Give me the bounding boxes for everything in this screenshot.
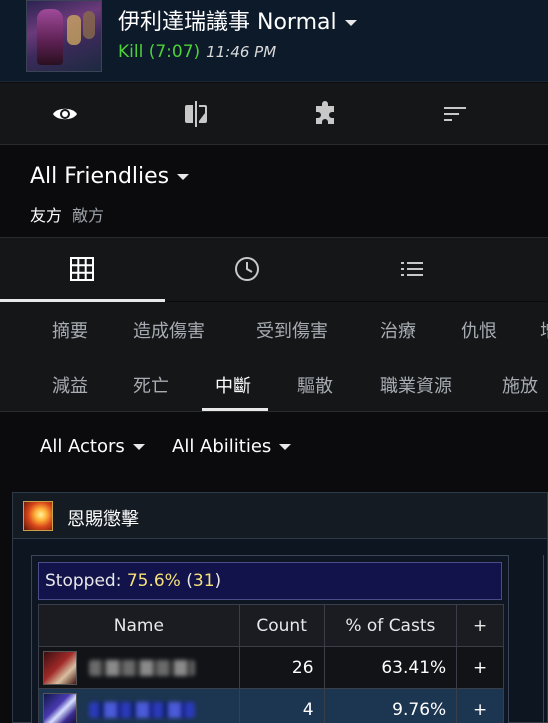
tab-deaths[interactable]: 死亡 <box>133 372 169 398</box>
tab-friendly[interactable]: 友方 <box>30 206 62 225</box>
faction-tabs: 友方 敵方 <box>30 202 104 226</box>
compare-icon <box>185 101 207 127</box>
abilities-filter[interactable]: All Abilities <box>172 436 292 457</box>
actors-filter-label: All Actors <box>40 436 125 457</box>
actors-filter[interactable]: All Actors <box>40 436 145 457</box>
tab-events-view[interactable] <box>332 238 492 300</box>
spell-icon <box>23 501 53 531</box>
tab-timeline-view[interactable] <box>167 238 327 300</box>
redacted-name <box>89 659 195 676</box>
fight-result: Kill (7:07) 11:46 PM <box>118 42 276 62</box>
actor-cell[interactable] <box>38 688 240 723</box>
tab-buffs[interactable]: 增 <box>540 317 548 343</box>
tab-resources[interactable]: 職業資源 <box>380 372 452 398</box>
list-icon <box>401 262 423 276</box>
count-cell: 26 <box>238 646 325 689</box>
fight-selector[interactable]: 伊利達瑞議事 Normal <box>118 4 357 36</box>
actor-class-icon <box>43 650 77 685</box>
active-category-indicator <box>202 408 268 411</box>
column-header-name[interactable]: Name <box>38 604 240 647</box>
tab-healing[interactable]: 治療 <box>380 317 416 343</box>
expand-button[interactable]: + <box>456 646 504 689</box>
spell-name: 恩賜懲擊 <box>67 509 139 530</box>
top-tab-bar <box>0 83 548 145</box>
puzzle-icon <box>316 101 334 124</box>
clock-icon <box>235 257 259 281</box>
chevron-down-icon <box>344 20 357 26</box>
abilities-filter-label: All Abilities <box>172 436 272 457</box>
actor-group-title: All Friendlies <box>30 164 170 189</box>
tab-damage-taken[interactable]: 受到傷害 <box>256 317 328 343</box>
sort-icon <box>444 107 466 121</box>
table-row[interactable]: 26 63.41% + <box>38 646 504 689</box>
panel-header: 恩賜懲擊 <box>13 493 547 539</box>
grid-icon <box>70 257 94 281</box>
actor-cell[interactable] <box>38 646 240 689</box>
eye-icon <box>53 108 77 120</box>
chevron-down-icon <box>177 174 190 180</box>
tab-debuffs[interactable]: 減益 <box>52 372 88 398</box>
tab-addons[interactable] <box>260 83 390 145</box>
column-header-count[interactable]: Count <box>238 604 325 647</box>
fight-time: 11:46 PM <box>206 43 277 61</box>
interrupt-panel: 恩賜懲擊 Stopped: 75.6% (31) Name Count % of… <box>12 492 548 723</box>
column-header-expand[interactable]: + <box>456 604 504 647</box>
interrupt-table: Name Count % of Casts + 26 63.41% + 4 9.… <box>38 604 504 723</box>
tab-casts[interactable]: 施放 <box>502 372 538 398</box>
tab-enemy[interactable]: 敵方 <box>72 206 104 225</box>
tab-table-view[interactable] <box>2 238 162 300</box>
tab-sort[interactable] <box>390 83 520 145</box>
actor-group-selector[interactable]: All Friendlies <box>30 164 190 189</box>
pct-cell: 63.41% <box>323 646 458 689</box>
tab-damage-done[interactable]: 造成傷害 <box>133 317 205 343</box>
adjacent-panel-edge <box>543 555 548 723</box>
actor-class-icon <box>43 692 77 723</box>
kill-label: Kill (7:07) <box>118 42 201 62</box>
category-tabs: 摘要 造成傷害 受到傷害 治療 仇恨 增 減益 死亡 中斷 驅散 職業資源 施放 <box>0 302 548 412</box>
fight-title: 伊利達瑞議事 Normal <box>118 10 337 35</box>
fight-header: 伊利達瑞議事 Normal Kill (7:07) 11:46 PM <box>0 0 548 82</box>
count-cell: 4 <box>238 688 325 723</box>
view-tab-bar <box>0 237 548 302</box>
redacted-name <box>89 701 195 718</box>
tab-compare[interactable] <box>131 83 261 145</box>
stopped-percent: 75.6% <box>126 571 181 591</box>
tab-overview[interactable] <box>0 83 130 145</box>
expand-button[interactable]: + <box>456 688 504 723</box>
tab-dispels[interactable]: 驅散 <box>297 372 333 398</box>
table-header-row: Name Count % of Casts + <box>38 604 504 647</box>
stopped-label: Stopped: <box>45 571 127 591</box>
tab-threat[interactable]: 仇恨 <box>461 317 497 343</box>
tab-summary[interactable]: 摘要 <box>52 317 88 343</box>
pct-cell: 9.76% <box>323 688 458 723</box>
tab-interrupts[interactable]: 中斷 <box>215 372 251 398</box>
stopped-summary: Stopped: 75.6% (31) <box>38 562 502 600</box>
chevron-down-icon <box>279 444 292 450</box>
stopped-count: 31 <box>192 571 215 591</box>
column-header-pct-casts[interactable]: % of Casts <box>323 604 458 647</box>
encounter-thumbnail <box>26 0 102 72</box>
interrupt-table-container: Stopped: 75.6% (31) Name Count % of Cast… <box>31 555 509 723</box>
chevron-down-icon <box>132 444 145 450</box>
table-row[interactable]: 4 9.76% + <box>38 688 504 723</box>
